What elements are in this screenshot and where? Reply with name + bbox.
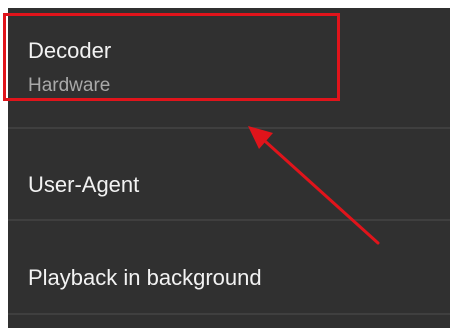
playback-background-setting[interactable]: Playback in background	[8, 221, 450, 313]
playback-background-title: Playback in background	[28, 265, 262, 290]
decoder-setting[interactable]: Decoder Hardware	[8, 8, 450, 127]
user-agent-title: User-Agent	[28, 172, 140, 197]
settings-list: Decoder Hardware User-Agent Playback in …	[8, 8, 450, 328]
decoder-title: Decoder	[28, 38, 112, 63]
decoder-value: Hardware	[28, 75, 111, 96]
user-agent-setting[interactable]: User-Agent	[8, 129, 450, 219]
divider	[8, 313, 450, 315]
